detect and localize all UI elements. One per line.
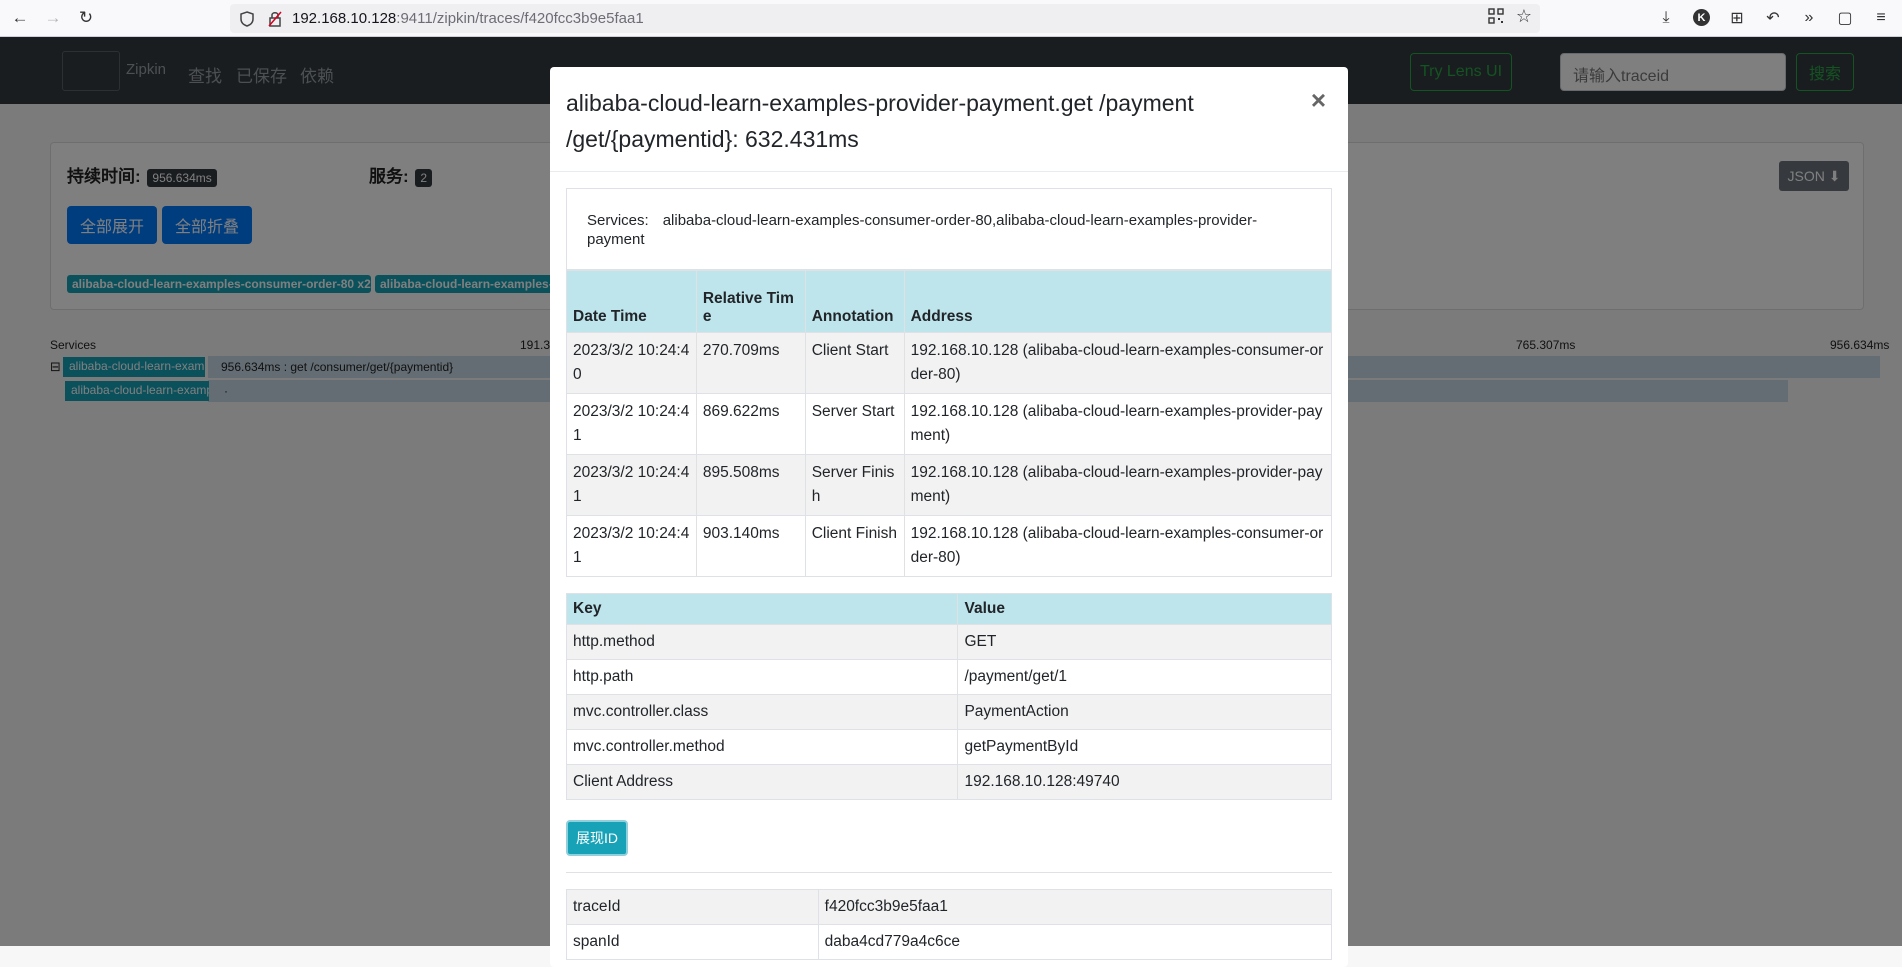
date-time-cell: 2023/3/2 10:24:40 <box>566 332 697 394</box>
services-label: Services: <box>587 212 649 229</box>
column-header: Relative Time <box>695 270 806 333</box>
tag-value: 192.168.10.128:49740 <box>957 764 1332 800</box>
extension-k-icon[interactable]: K <box>1693 9 1710 26</box>
address-cell: 192.168.10.128 (alibaba-cloud-learn-exam… <box>903 454 1333 516</box>
tag-value: /payment/get/1 <box>957 659 1332 695</box>
annotations-table: Date Time Relative Time Annotation Addre… <box>566 270 1333 577</box>
table-row: mvc.controller.class PaymentAction <box>565 694 1332 730</box>
annotation-cell: Client Start <box>804 332 905 394</box>
url-path: :9411/zipkin/traces/f420fcc3b9e5faa1 <box>396 10 644 27</box>
tag-value: GET <box>957 624 1332 660</box>
url-host: 192.168.10.128 <box>292 10 397 27</box>
extensions-icon[interactable]: ▢ <box>1832 5 1858 31</box>
download-icon[interactable]: ⤓ <box>1653 5 1679 31</box>
undo-icon[interactable]: ↶ <box>1760 5 1786 31</box>
modal-header: alibaba-cloud-learn-examples-provider-pa… <box>550 67 1348 172</box>
annotation-cell: Server Start <box>804 393 905 455</box>
table-row: 2023/3/2 10:24:41 903.140ms Client Finis… <box>566 515 1333 577</box>
shield-icon[interactable] <box>236 8 258 30</box>
back-icon[interactable]: ← <box>7 5 33 31</box>
table-row: 2023/3/2 10:24:40 270.709ms Client Start… <box>566 332 1333 394</box>
table-row: http.path /payment/get/1 <box>565 659 1332 695</box>
relative-time-cell: 869.622ms <box>695 393 806 455</box>
column-header: Key <box>565 593 959 625</box>
tags-table: Key Value http.method GET http.path /pay… <box>565 593 1332 800</box>
tag-key: http.path <box>565 659 959 695</box>
address-cell: 192.168.10.128 (alibaba-cloud-learn-exam… <box>903 515 1333 577</box>
address-bar[interactable]: 192.168.10.128:9411/zipkin/traces/f420fc… <box>230 4 1540 33</box>
relative-time-cell: 895.508ms <box>695 454 806 516</box>
tag-key: mvc.controller.method <box>565 729 959 765</box>
address-cell: 192.168.10.128 (alibaba-cloud-learn-exam… <box>903 332 1333 394</box>
annotation-cell: Client Finish <box>804 515 905 577</box>
bookmark-star-icon[interactable]: ☆ <box>1516 6 1532 27</box>
menu-icon[interactable]: ≡ <box>1868 5 1894 31</box>
span-detail-modal: alibaba-cloud-learn-examples-provider-pa… <box>550 67 1348 967</box>
divider <box>566 872 1332 873</box>
tag-key: http.method <box>565 624 959 660</box>
table-row: Client Address 192.168.10.128:49740 <box>565 764 1332 800</box>
insecure-lock-icon[interactable] <box>264 8 286 30</box>
tag-value: getPaymentById <box>957 729 1332 765</box>
tag-key: Client Address <box>565 764 959 800</box>
tag-key: mvc.controller.class <box>565 694 959 730</box>
annotation-cell: Server Finish <box>804 454 905 516</box>
relative-time-cell: 270.709ms <box>695 332 806 394</box>
qr-code-icon[interactable] <box>1488 8 1504 28</box>
id-value: daba4cd779a4c6ce <box>817 924 1333 960</box>
table-row: traceId f420fcc3b9e5faa1 <box>566 889 1333 925</box>
date-time-cell: 2023/3/2 10:24:41 <box>566 393 697 455</box>
more-tools-icon[interactable]: » <box>1796 5 1822 31</box>
id-value: f420fcc3b9e5faa1 <box>817 889 1333 925</box>
modal-body: Services: alibaba-cloud-learn-examples-co… <box>550 172 1348 967</box>
relative-time-cell: 903.140ms <box>695 515 806 577</box>
date-time-cell: 2023/3/2 10:24:41 <box>566 454 697 516</box>
tag-value: PaymentAction <box>957 694 1332 730</box>
browser-toolbar: ← → ↻ 192.168.10.128:9411/zipkin/traces/… <box>0 0 1902 37</box>
address-cell: 192.168.10.128 (alibaba-cloud-learn-exam… <box>903 393 1333 455</box>
modal-title: alibaba-cloud-learn-examples-provider-pa… <box>566 90 1194 152</box>
id-key: spanId <box>566 924 819 960</box>
column-header: Annotation <box>804 270 905 333</box>
services-box: Services: alibaba-cloud-learn-examples-co… <box>566 188 1332 270</box>
table-row: spanId daba4cd779a4c6ce <box>566 924 1333 960</box>
column-header: Date Time <box>566 270 697 333</box>
table-row: http.method GET <box>565 624 1332 660</box>
crop-icon[interactable]: ⊞ <box>1724 5 1750 31</box>
column-header: Address <box>903 270 1333 333</box>
ids-table: traceId f420fcc3b9e5faa1 spanId daba4cd7… <box>566 889 1333 960</box>
table-row: mvc.controller.method getPaymentById <box>565 729 1332 765</box>
table-row: 2023/3/2 10:24:41 869.622ms Server Start… <box>566 393 1333 455</box>
date-time-cell: 2023/3/2 10:24:41 <box>566 515 697 577</box>
show-ids-button[interactable]: 展现ID <box>566 820 628 856</box>
reload-icon[interactable]: ↻ <box>73 5 99 31</box>
column-header: Value <box>957 593 1332 625</box>
id-key: traceId <box>566 889 819 925</box>
close-icon[interactable]: × <box>1311 85 1326 116</box>
table-row: 2023/3/2 10:24:41 895.508ms Server Finis… <box>566 454 1333 516</box>
services-value: alibaba-cloud-learn-examples-consumer-or… <box>587 212 1258 248</box>
forward-icon[interactable]: → <box>40 5 66 31</box>
